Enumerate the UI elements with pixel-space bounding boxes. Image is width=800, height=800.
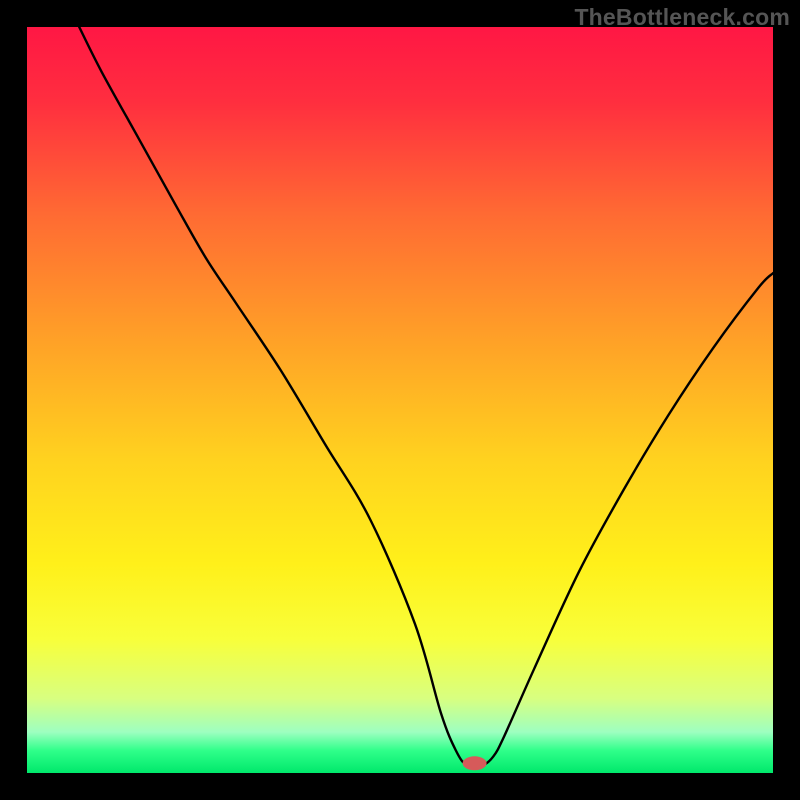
minimum-marker	[463, 756, 487, 770]
chart-frame: TheBottleneck.com	[0, 0, 800, 800]
plot-area	[27, 27, 773, 773]
plot-svg	[27, 27, 773, 773]
